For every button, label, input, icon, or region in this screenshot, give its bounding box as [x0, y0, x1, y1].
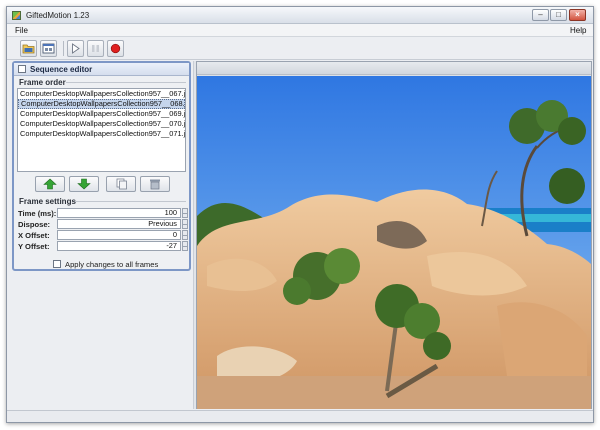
left-empty-area	[12, 273, 191, 409]
apply-all-checkbox[interactable]	[53, 260, 61, 268]
sequence-editor-title: Sequence editor	[30, 65, 93, 74]
toolbar-separator	[63, 41, 64, 56]
apply-all-label: Apply changes to all frames	[65, 260, 159, 269]
x-offset-label: X Offset:	[18, 231, 50, 240]
dispose-stepper[interactable]	[182, 219, 188, 229]
menu-bar: File Help	[7, 24, 593, 37]
dispose-select[interactable]: Previous	[57, 219, 181, 229]
arrow-up-icon	[43, 178, 57, 190]
preview-header	[197, 62, 591, 75]
sequence-editor-panel: Sequence editor Frame order ComputerDesk…	[12, 61, 191, 271]
x-offset-input[interactable]: 0	[57, 230, 181, 240]
play-icon	[72, 43, 80, 54]
pause-icon	[92, 45, 99, 52]
close-button[interactable]: ×	[569, 9, 586, 21]
move-down-button[interactable]	[69, 176, 99, 192]
record-icon	[110, 43, 121, 54]
frame-list-item[interactable]: ComputerDesktopWallpapersCollection957__…	[18, 99, 185, 109]
app-window: GiftedMotion 1.23 – □ × File Help Sequen…	[6, 6, 594, 423]
play-button[interactable]	[67, 40, 84, 57]
frame-list-item[interactable]: ComputerDesktopWallpapersCollection957__…	[18, 89, 185, 99]
dialog-icon	[42, 43, 55, 54]
dispose-label: Dispose:	[18, 220, 51, 229]
sequence-editor-header: Sequence editor	[14, 63, 189, 76]
y-offset-stepper[interactable]	[182, 241, 188, 251]
frame-settings-label: Frame settings	[19, 197, 76, 206]
time-input[interactable]: 100	[57, 208, 181, 218]
delete-frame-button[interactable]	[140, 176, 170, 192]
record-button[interactable]	[107, 40, 124, 57]
app-logo-icon	[12, 11, 21, 20]
settings-button[interactable]	[40, 40, 57, 57]
maximize-icon: □	[556, 10, 561, 19]
pause-button[interactable]	[87, 40, 104, 57]
toolbar	[7, 37, 593, 60]
time-label: Time (ms):	[18, 209, 57, 218]
folder-icon	[22, 44, 35, 54]
minimize-button[interactable]: –	[532, 9, 549, 21]
x-offset-stepper[interactable]	[182, 230, 188, 240]
frame-preview	[196, 61, 592, 409]
arrow-down-icon	[77, 178, 91, 190]
frame-list-item[interactable]: ComputerDesktopWallpapersCollection957__…	[18, 129, 185, 139]
y-offset-label: Y Offset:	[18, 242, 50, 251]
frame-list-item[interactable]: ComputerDesktopWallpapersCollection957__…	[18, 119, 185, 129]
close-icon: ×	[575, 10, 580, 19]
copy-frame-button[interactable]	[106, 176, 136, 192]
frame-order-label: Frame order	[19, 78, 66, 87]
menu-help[interactable]: Help	[570, 26, 586, 35]
move-up-button[interactable]	[35, 176, 65, 192]
title-bar[interactable]: GiftedMotion 1.23 – □ ×	[7, 7, 593, 24]
time-stepper[interactable]	[182, 208, 188, 218]
minimize-icon: –	[538, 10, 543, 19]
frame-list[interactable]: ComputerDesktopWallpapersCollection957__…	[17, 88, 186, 172]
preview-image	[197, 76, 591, 409]
copy-icon	[116, 178, 127, 190]
window-title: GiftedMotion 1.23	[26, 11, 90, 20]
landscape-image	[197, 76, 591, 409]
frame-order-divider	[66, 82, 186, 83]
status-bar	[7, 410, 593, 422]
sequence-editor-checkbox[interactable]	[18, 65, 26, 73]
maximize-button[interactable]: □	[550, 9, 567, 21]
frame-list-item[interactable]: ComputerDesktopWallpapersCollection957__…	[18, 109, 185, 119]
open-folder-button[interactable]	[20, 40, 37, 57]
trash-icon	[150, 179, 160, 190]
y-offset-input[interactable]: -27	[57, 241, 181, 251]
menu-file[interactable]: File	[15, 26, 28, 35]
frame-settings-divider	[75, 201, 186, 202]
